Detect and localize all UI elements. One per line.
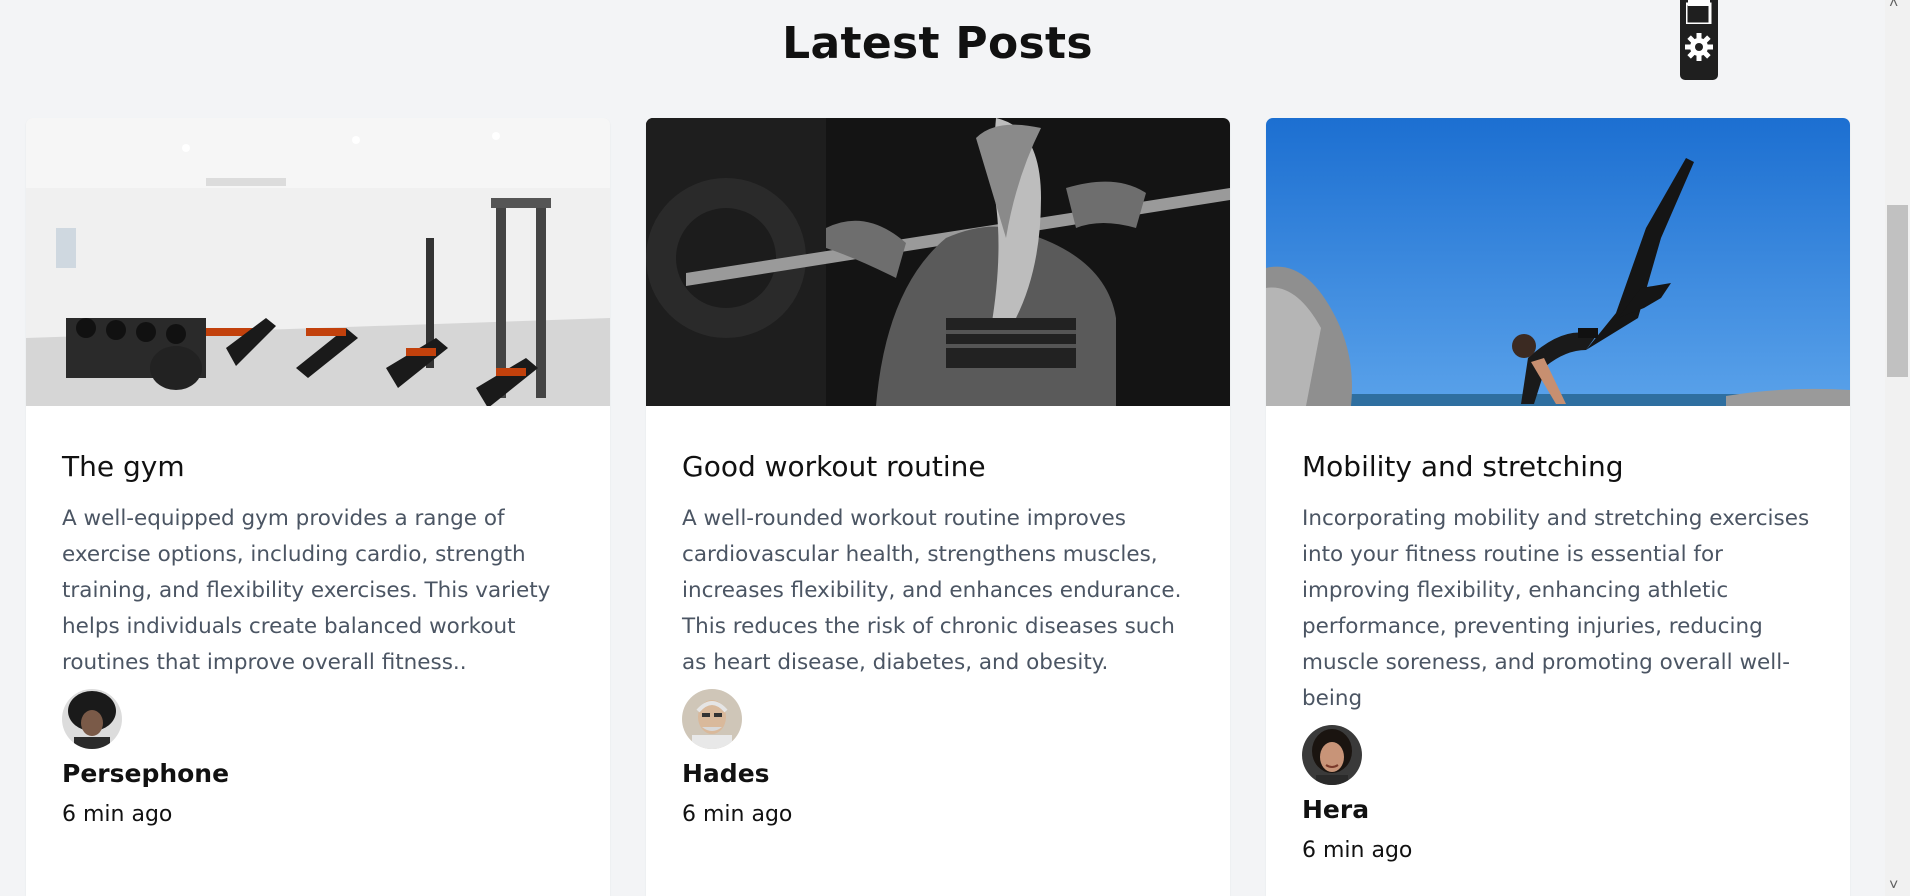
post-excerpt: A well-rounded workout routine improves … [682, 506, 1182, 675]
post-body: The gym A well-equipped gym provides a r… [26, 406, 610, 827]
avatar-hera-icon [1302, 725, 1362, 785]
avatar[interactable] [62, 689, 122, 749]
floating-toolbar [1680, 0, 1718, 80]
avatar-persephone-icon [62, 689, 122, 749]
author-name[interactable]: Hera [1302, 795, 1814, 824]
author-name[interactable]: Persephone [62, 759, 574, 788]
post-body: Mobility and stretching Incorporating mo… [1266, 406, 1850, 863]
post-title[interactable]: The gym [62, 450, 574, 483]
yoga-pose-photo-icon [1266, 118, 1850, 406]
post-time: 6 min ago [682, 802, 793, 827]
vertical-scrollbar[interactable]: ˄ ˅ [1885, 0, 1910, 896]
avatar-hades-icon [682, 689, 742, 749]
avatar[interactable] [1302, 725, 1362, 785]
scroll-down-icon[interactable]: ˅ [1889, 878, 1898, 894]
post-image-gym[interactable] [26, 118, 610, 406]
gear-icon[interactable] [1684, 32, 1714, 67]
post-card[interactable]: The gym A well-equipped gym provides a r… [26, 118, 610, 896]
post-card[interactable]: Mobility and stretching Incorporating mo… [1266, 118, 1850, 896]
scroll-up-icon[interactable]: ˄ [1889, 0, 1898, 12]
post-time: 6 min ago [62, 802, 173, 827]
author-name[interactable]: Hades [682, 759, 1194, 788]
avatar[interactable] [682, 689, 742, 749]
post-body: Good workout routine A well-rounded work… [646, 406, 1230, 827]
post-time: 6 min ago [1302, 838, 1413, 863]
post-title[interactable]: Good workout routine [682, 450, 1194, 483]
page: Latest Posts The gym A well-equipped gym… [0, 0, 1910, 896]
section-title: Latest Posts [782, 18, 1093, 69]
post-card[interactable]: Good workout routine A well-rounded work… [646, 118, 1230, 896]
post-excerpt: A well-equipped gym provides a range of … [62, 506, 551, 675]
copy-icon[interactable] [1684, 0, 1712, 29]
barbell-squat-photo-icon [646, 118, 1230, 406]
post-excerpt: Incorporating mobility and stretching ex… [1302, 506, 1810, 711]
scrollbar-thumb[interactable] [1887, 205, 1908, 377]
post-image-mobility[interactable] [1266, 118, 1850, 406]
gym-photo-icon [26, 118, 610, 406]
post-image-workout[interactable] [646, 118, 1230, 406]
posts-grid: The gym A well-equipped gym provides a r… [26, 118, 1850, 896]
post-title[interactable]: Mobility and stretching [1302, 450, 1814, 483]
